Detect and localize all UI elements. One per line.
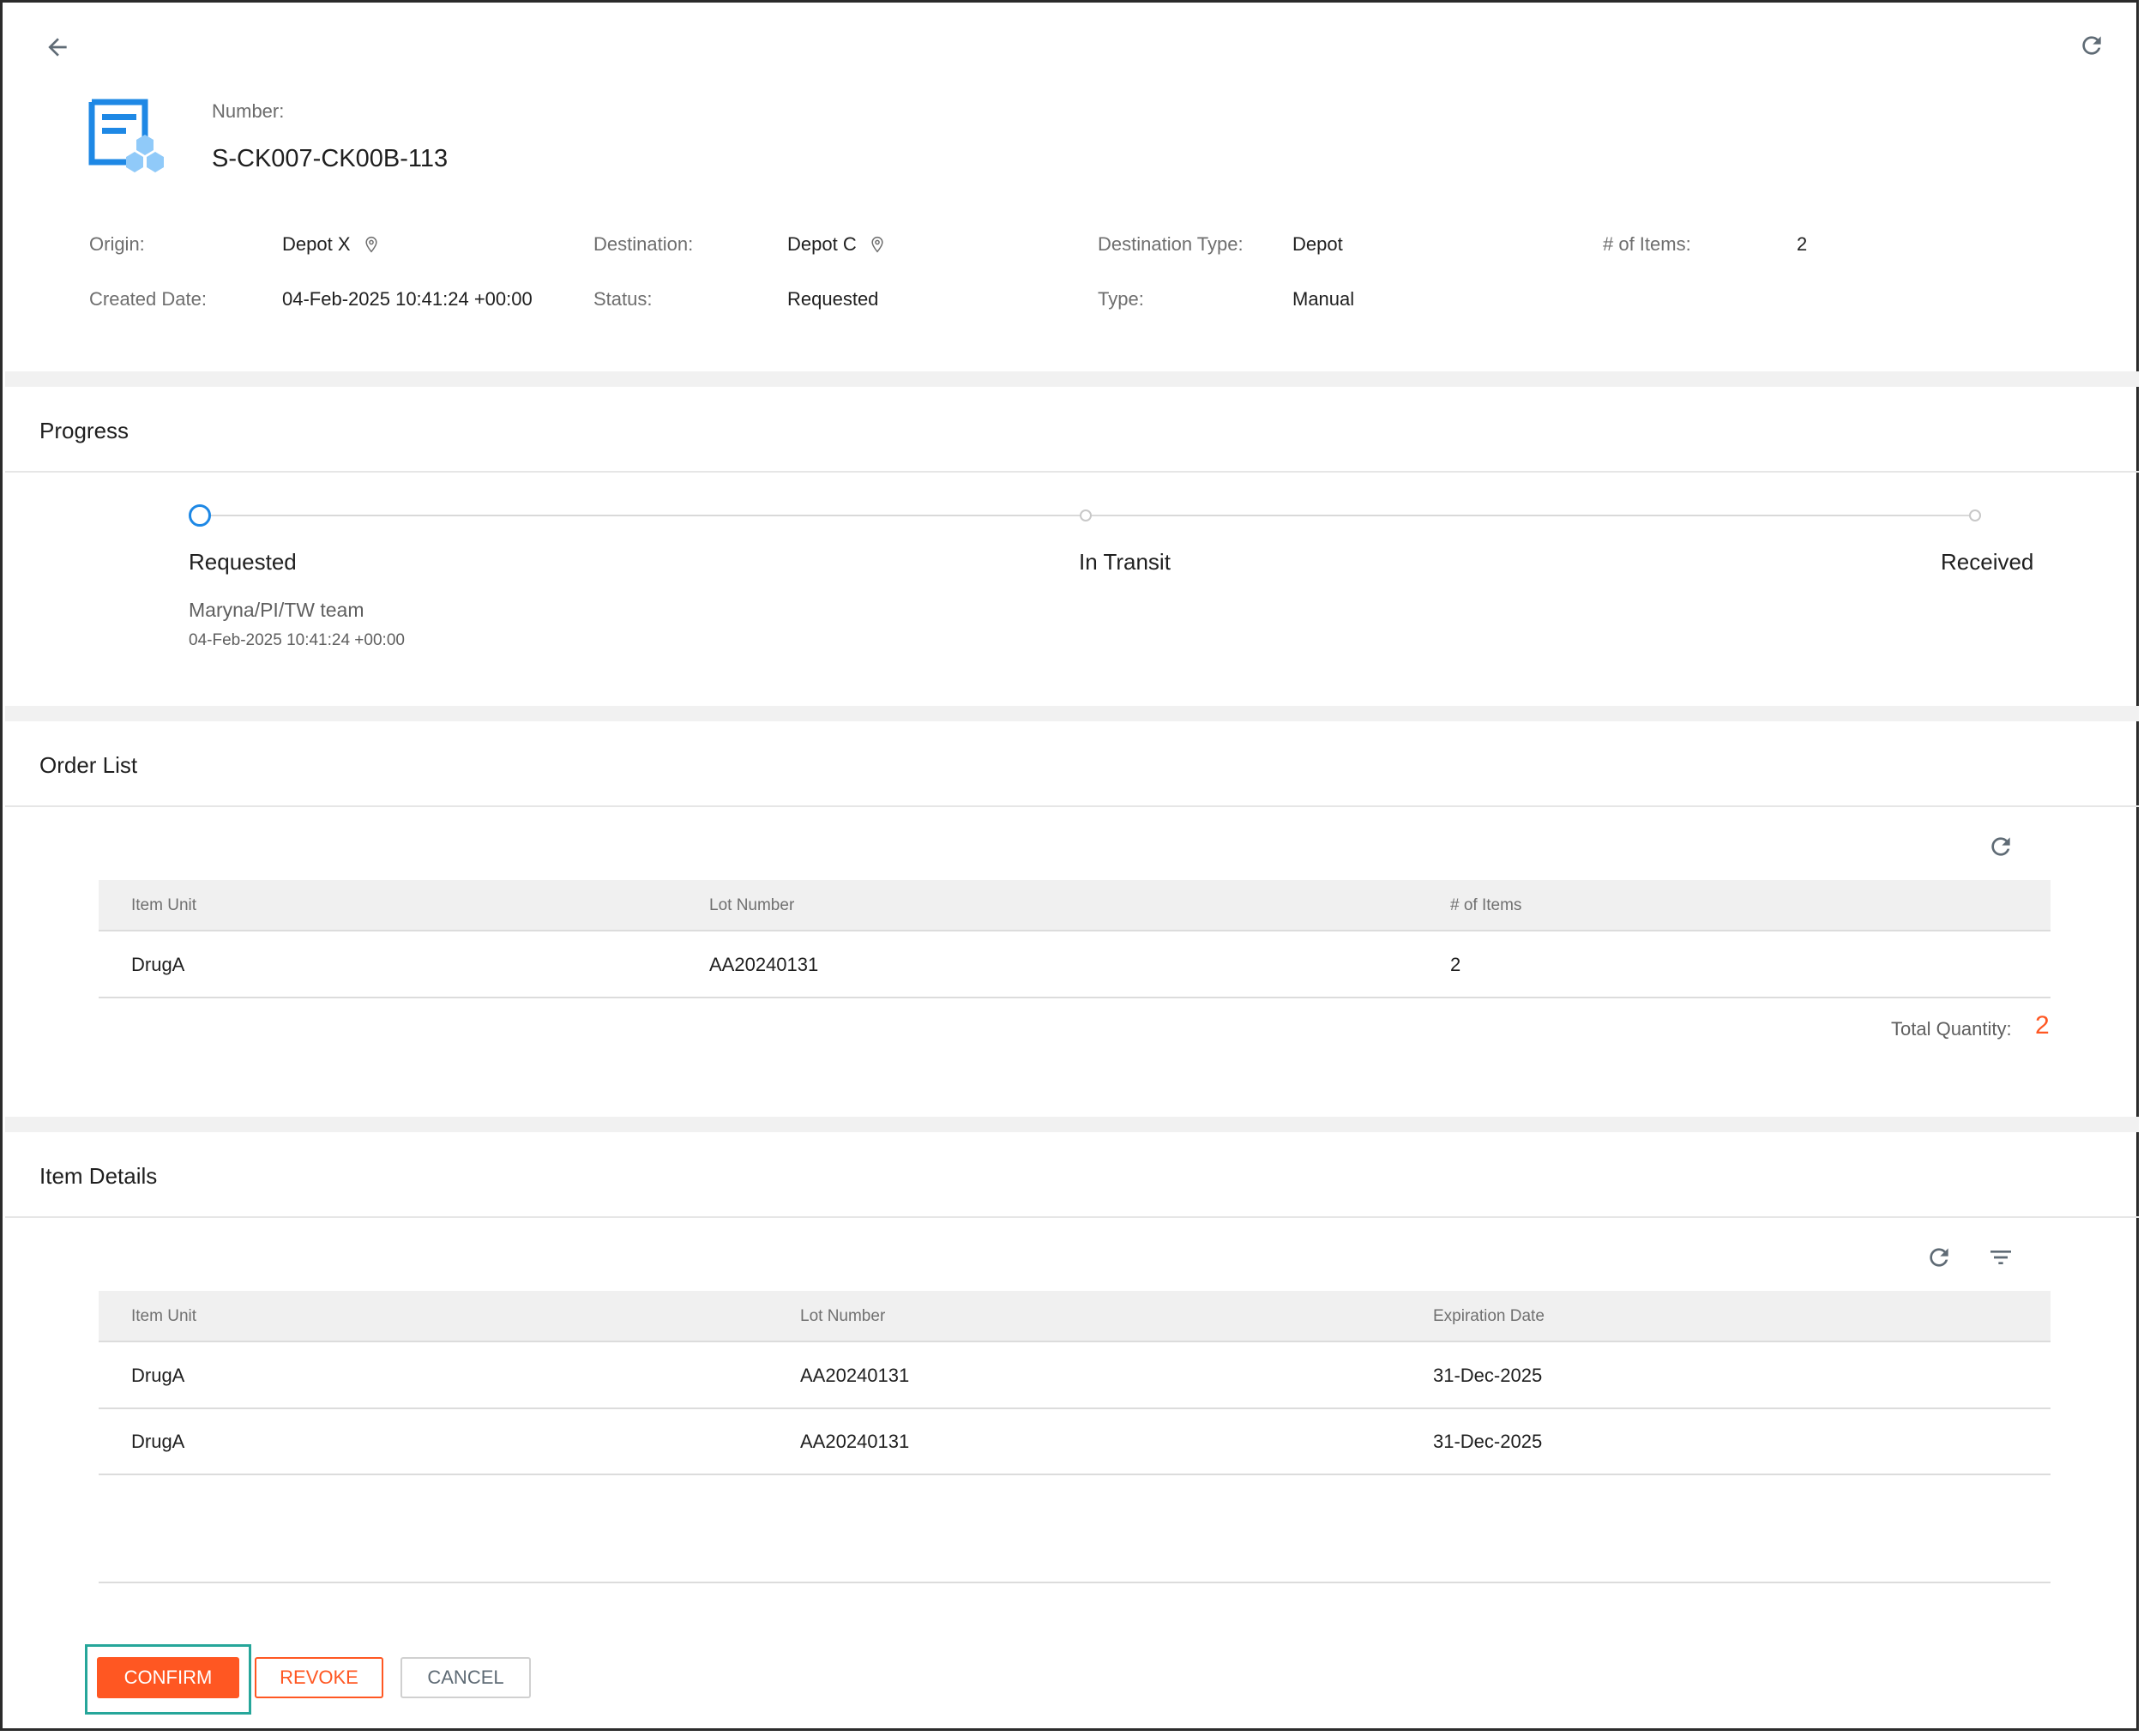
item-details-refresh-button[interactable] [1922, 1240, 1956, 1275]
cell-item-unit: DrugA [131, 954, 185, 975]
status-label: Status: [593, 288, 653, 310]
destination-label: Destination: [593, 233, 694, 255]
cell-item-unit: DrugA [131, 1365, 185, 1386]
table-row[interactable]: DrugA AA20240131 31-Dec-2025 [99, 1409, 2051, 1475]
refresh-icon [2082, 36, 2101, 55]
section-rule [5, 1216, 2139, 1218]
items-count-label: # of Items: [1603, 233, 1691, 255]
column-header-lot-number[interactable]: Lot Number [800, 1307, 885, 1326]
shipment-number: S-CK007-CK00B-113 [212, 145, 449, 172]
order-list-title: Order List [39, 752, 138, 778]
cell-expiration-date: 31-Dec-2025 [1433, 1431, 1543, 1452]
item-details-header: Item Unit Lot Number Expiration Date [99, 1291, 2051, 1342]
cell-expiration-date: 31-Dec-2025 [1433, 1365, 1543, 1386]
filter-icon [1990, 1251, 2011, 1264]
cell-item-unit: DrugA [131, 1431, 185, 1452]
progress-step-transit: In Transit [1079, 549, 1171, 575]
destination-type-label: Destination Type: [1098, 233, 1244, 255]
status-value: Requested [787, 288, 879, 310]
table-bottom-rule [99, 1582, 2051, 1583]
cancel-button[interactable]: CANCEL [400, 1657, 531, 1698]
cell-items: 2 [1450, 954, 1461, 975]
total-quantity-value: 2 [2035, 1011, 2050, 1040]
items-count-value: 2 [1797, 233, 1808, 255]
progress-step-received-marker [1969, 509, 1981, 521]
section-divider [5, 706, 2139, 721]
origin-text: Depot X [282, 233, 351, 255]
type-value: Manual [1292, 288, 1355, 310]
progress-step-requested: Requested [189, 549, 297, 575]
column-header-items[interactable]: # of Items [1450, 896, 1521, 915]
arrow-left-icon [48, 38, 67, 57]
app-window: Number: S-CK007-CK00B-113 Origin: Depot … [0, 0, 2139, 1731]
progress-step-transit-marker [1080, 509, 1092, 521]
item-details-filter-button[interactable] [1984, 1240, 2018, 1275]
location-pin-icon[interactable] [363, 235, 380, 254]
order-list-header: Item Unit Lot Number # of Items [99, 880, 2051, 931]
column-header-item-unit[interactable]: Item Unit [131, 896, 196, 915]
created-date-label: Created Date: [89, 288, 207, 310]
column-header-item-unit[interactable]: Item Unit [131, 1307, 196, 1326]
destination-value: Depot C [787, 233, 886, 256]
back-button[interactable] [40, 30, 75, 64]
section-divider [5, 1117, 2139, 1132]
column-header-lot-number[interactable]: Lot Number [709, 896, 794, 915]
progress-step-requested-marker [189, 504, 211, 527]
section-rule [5, 805, 2139, 807]
number-label: Number: [212, 100, 285, 122]
progress-title: Progress [39, 418, 129, 443]
progress-requested-by: Maryna/PI/TW team [189, 599, 364, 621]
progress-step-received: Received [1941, 549, 2034, 575]
table-row[interactable]: DrugA AA20240131 31-Dec-2025 [99, 1343, 2051, 1409]
item-details-title: Item Details [39, 1163, 158, 1189]
destination-text: Depot C [787, 233, 857, 255]
progress-requested-at: 04-Feb-2025 10:41:24 +00:00 [189, 631, 405, 649]
refresh-icon [1991, 837, 2010, 856]
revoke-button[interactable]: REVOKE [255, 1657, 383, 1698]
confirm-button[interactable]: CONFIRM [97, 1657, 239, 1698]
total-quantity-label: Total Quantity: [1891, 1018, 2012, 1040]
destination-type-value: Depot [1292, 233, 1343, 255]
cell-lot-number: AA20240131 [800, 1431, 910, 1452]
column-header-expiration-date[interactable]: Expiration Date [1433, 1307, 1545, 1326]
table-row[interactable]: DrugA AA20240131 2 [99, 932, 2051, 998]
type-label: Type: [1098, 288, 1144, 310]
origin-label: Origin: [89, 233, 145, 255]
cell-lot-number: AA20240131 [709, 954, 819, 975]
section-rule [5, 471, 2139, 473]
created-date-value: 04-Feb-2025 10:41:24 +00:00 [282, 288, 533, 310]
cell-lot-number: AA20240131 [800, 1365, 910, 1386]
section-divider [5, 371, 2139, 387]
refresh-icon [1930, 1248, 1948, 1267]
location-pin-icon[interactable] [869, 235, 886, 254]
order-list-refresh-button[interactable] [1984, 829, 2018, 864]
origin-value: Depot X [282, 233, 380, 256]
refresh-page-button[interactable] [2075, 28, 2109, 63]
shipment-document-icon [87, 99, 169, 176]
